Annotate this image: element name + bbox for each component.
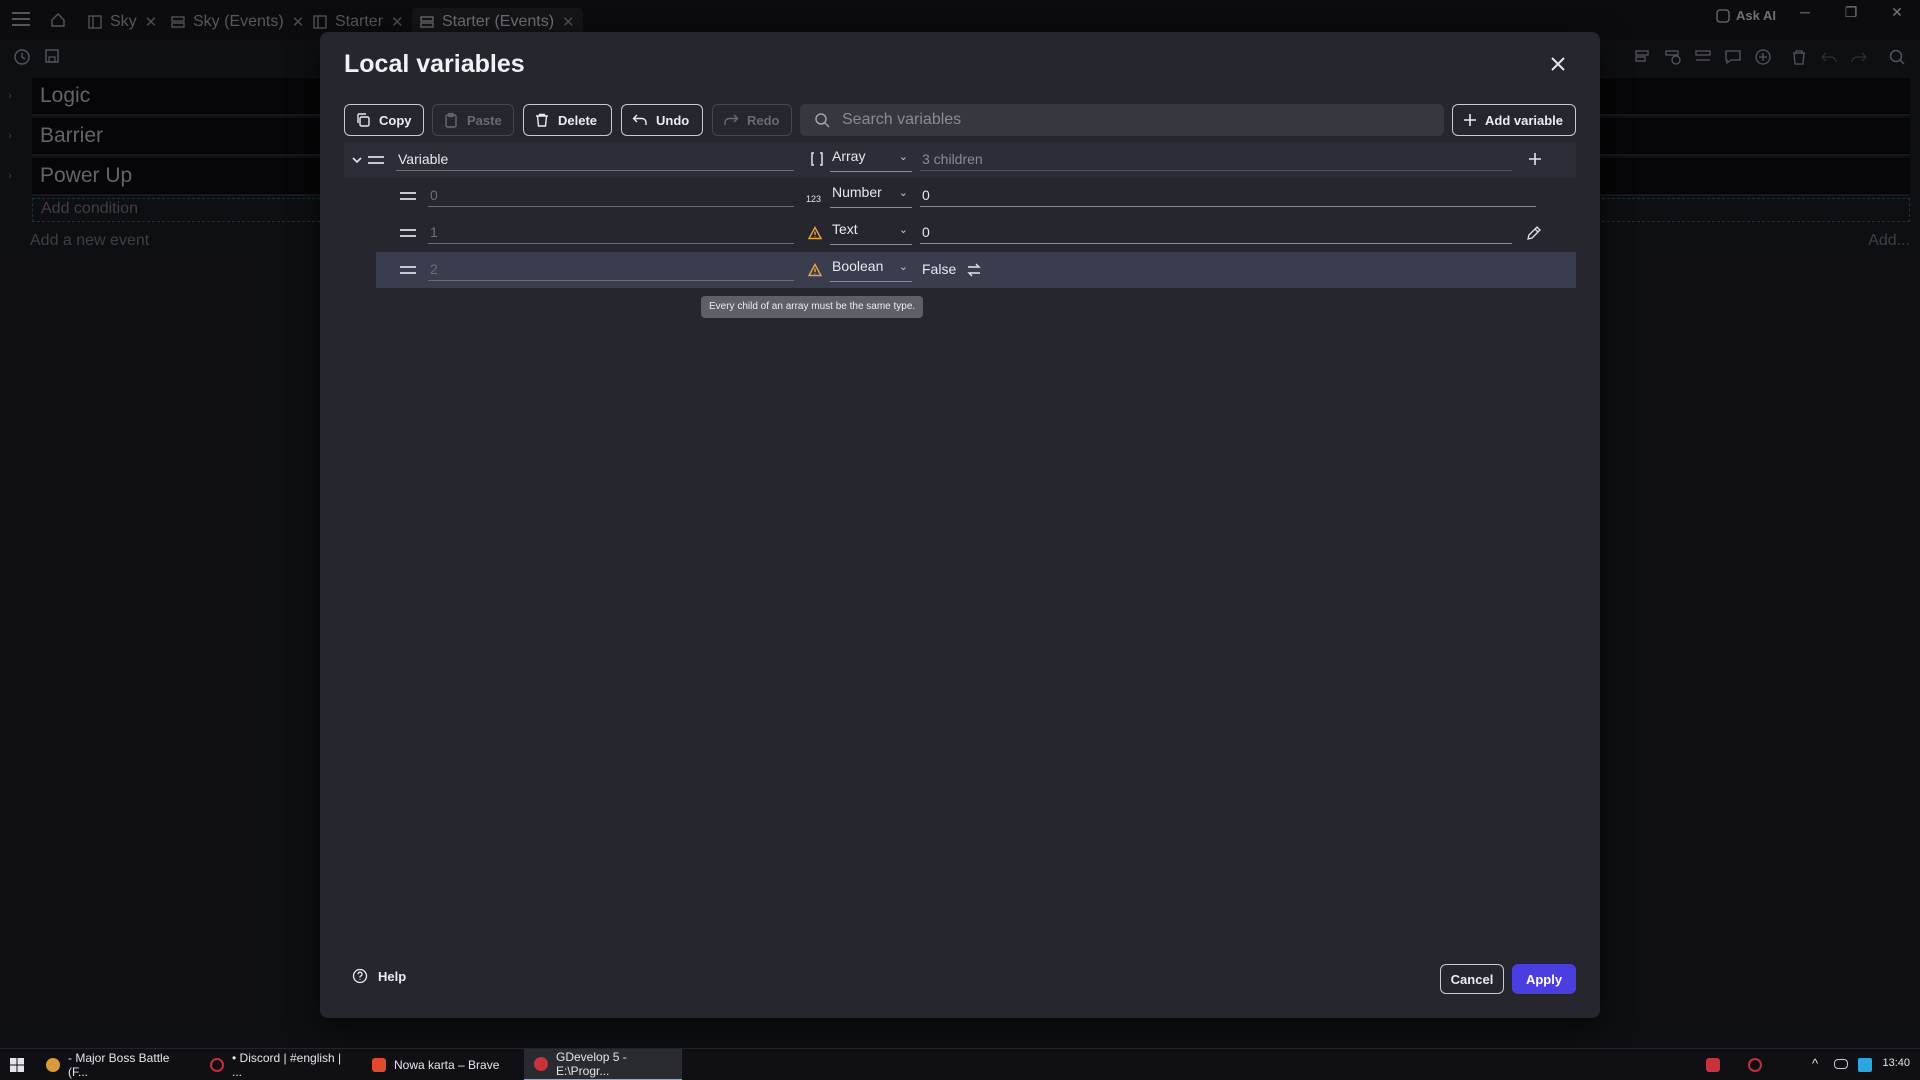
toggle-swap-icon[interactable]: [966, 262, 982, 283]
app-icon: [46, 1058, 60, 1072]
trash-icon: [536, 113, 548, 127]
redo-label: Redo: [747, 112, 780, 128]
child-index: 2: [428, 261, 794, 281]
variable-row-root[interactable]: Variable Array ⌄ 3 children: [344, 142, 1576, 178]
child-index: 0: [428, 187, 794, 207]
svg-text:123: 123: [806, 194, 821, 203]
search-box: [800, 104, 1444, 136]
task-label: Nowa karta – Brave: [394, 1058, 500, 1072]
task-label: • Discord | #english | ...: [232, 1051, 342, 1079]
paste-button[interactable]: Paste: [432, 104, 514, 136]
edit-pencil-icon[interactable]: [1526, 225, 1542, 246]
drag-handle-icon[interactable]: [400, 266, 416, 274]
chevron-down-icon: ⌄: [898, 187, 908, 199]
help-icon: [352, 968, 368, 984]
type-select[interactable]: Boolean ⌄: [830, 258, 912, 282]
paste-icon: [445, 112, 457, 128]
copy-icon: [357, 113, 370, 127]
delete-label: Delete: [558, 112, 598, 128]
drag-handle-icon[interactable]: [368, 156, 384, 164]
apply-button[interactable]: Apply: [1512, 964, 1576, 994]
plus-icon: [1464, 114, 1476, 126]
redo-icon: [724, 114, 739, 125]
taskbar-item-game[interactable]: - Major Boss Battle (F...: [36, 1049, 196, 1080]
variable-row-child[interactable]: 1 Text ⌄ 0: [376, 215, 1576, 251]
close-icon[interactable]: [1546, 52, 1570, 76]
tray-chevron-up-icon[interactable]: ^: [1812, 1056, 1818, 1071]
add-variable-label: Add variable: [1485, 112, 1564, 128]
undo-label: Undo: [656, 112, 690, 128]
add-variable-button[interactable]: Add variable: [1452, 104, 1576, 136]
number-type-icon: 123: [806, 190, 821, 204]
type-select[interactable]: Array ⌄: [830, 148, 912, 172]
paste-label: Paste: [467, 112, 502, 128]
brave-icon: [372, 1058, 386, 1072]
windows-start-icon[interactable]: [10, 1058, 24, 1077]
help-button[interactable]: Help: [352, 968, 406, 984]
variable-row-child[interactable]: 0 123 Number ⌄ 0: [376, 178, 1576, 214]
variable-row-child-selected[interactable]: 2 Boolean ⌄ False: [376, 252, 1576, 288]
value-field[interactable]: 0: [920, 187, 1536, 207]
chevron-down-icon: ⌄: [898, 151, 908, 163]
boolean-value: False: [922, 261, 957, 277]
search-icon: [815, 113, 830, 128]
task-label: GDevelop 5 - E:\Progr...: [556, 1050, 627, 1078]
add-child-icon[interactable]: [1528, 152, 1542, 171]
tray-network-icon[interactable]: [1858, 1058, 1872, 1072]
copy-button[interactable]: Copy: [344, 104, 424, 136]
search-input[interactable]: [842, 111, 1422, 129]
undo-button[interactable]: Undo: [621, 104, 703, 136]
chevron-down-icon: ⌄: [898, 224, 908, 236]
children-count: 3 children: [920, 151, 1512, 171]
taskbar-item-brave[interactable]: Nowa karta – Brave: [362, 1049, 512, 1080]
type-value: Array: [832, 148, 866, 164]
type-value: Text: [832, 221, 858, 237]
collapse-chevron-icon[interactable]: [352, 152, 362, 170]
tray-app-icon[interactable]: [1706, 1058, 1720, 1072]
undo-icon: [632, 114, 647, 125]
value-field[interactable]: 0: [920, 224, 1512, 244]
tray-controller-icon[interactable]: [1834, 1059, 1848, 1069]
taskbar-item-discord[interactable]: • Discord | #english | ...: [200, 1049, 358, 1080]
gdevelop-icon: [534, 1057, 548, 1071]
warning-icon[interactable]: [807, 226, 823, 240]
redo-button[interactable]: Redo: [712, 104, 792, 136]
variable-name-field[interactable]: Variable: [396, 151, 794, 171]
task-label: - Major Boss Battle (F...: [68, 1051, 170, 1079]
chevron-down-icon: ⌄: [898, 261, 908, 273]
delete-button[interactable]: Delete: [523, 104, 612, 136]
help-label: Help: [378, 968, 407, 984]
copy-label: Copy: [379, 112, 412, 128]
warning-icon[interactable]: [807, 263, 823, 277]
type-select[interactable]: Number ⌄: [830, 184, 912, 208]
drag-handle-icon[interactable]: [400, 192, 416, 200]
local-variables-dialog: Local variables Copy Paste Delete Undo R…: [320, 32, 1600, 1018]
array-type-icon: [810, 151, 824, 166]
child-index: 1: [428, 224, 794, 244]
dialog-title: Local variables: [344, 50, 525, 78]
drag-handle-icon[interactable]: [400, 229, 416, 237]
taskbar: - Major Boss Battle (F... • Discord | #e…: [0, 1048, 1920, 1080]
tray-app-icon[interactable]: [1748, 1058, 1762, 1072]
cancel-button[interactable]: Cancel: [1440, 964, 1504, 994]
type-value: Number: [832, 184, 882, 200]
tooltip: Every child of an array must be the same…: [701, 296, 924, 318]
clock[interactable]: 13:40: [1882, 1057, 1910, 1069]
type-value: Boolean: [832, 258, 884, 274]
taskbar-item-gdevelop[interactable]: GDevelop 5 - E:\Progr...: [524, 1049, 682, 1080]
type-select[interactable]: Text ⌄: [830, 221, 912, 245]
app-icon: [210, 1058, 224, 1072]
